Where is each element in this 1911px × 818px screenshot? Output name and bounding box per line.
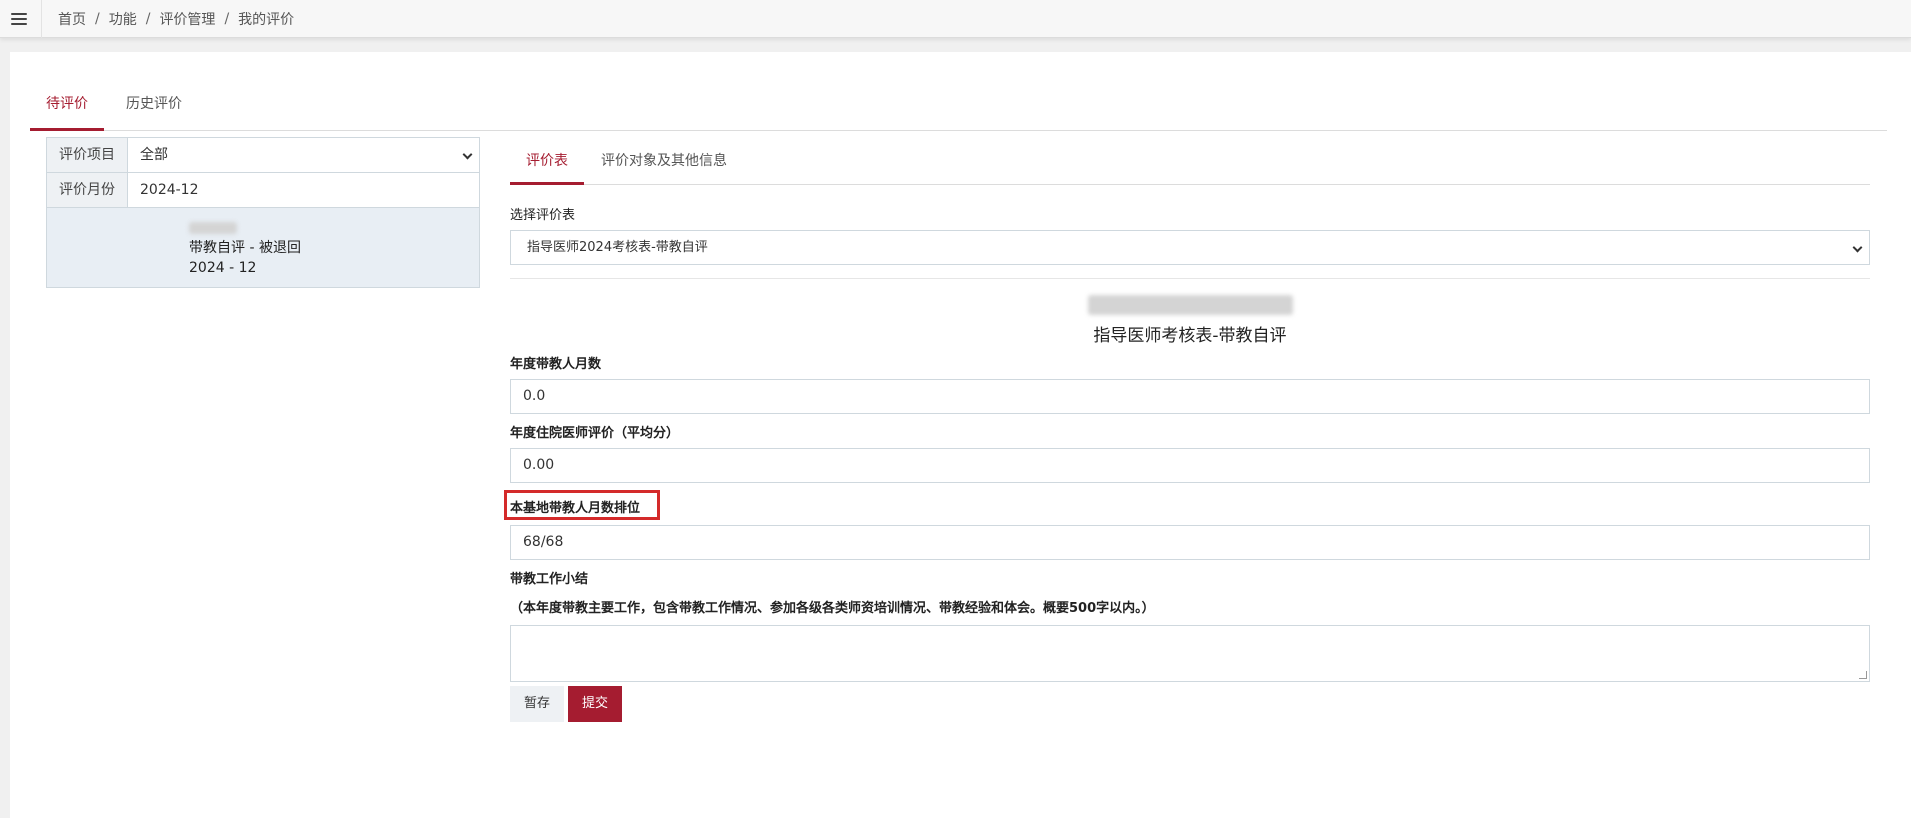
annual-teaching-months-field: 0.0 (510, 379, 1870, 414)
tab-evaluatee-info[interactable]: 评价对象及其他信息 (594, 140, 734, 185)
sub-tabs: 评价表 评价对象及其他信息 (510, 140, 1870, 185)
project-filter-label: 评价项目 (47, 138, 128, 172)
filter-row-project: 评价项目 全部 (47, 138, 479, 173)
breadcrumb-separator: / (145, 11, 151, 27)
tab-evaluation-form[interactable]: 评价表 (510, 140, 584, 185)
main-tabs: 待评价 历史评价 (30, 82, 1887, 131)
breadcrumb-separator: / (224, 11, 230, 27)
form-select-label: 选择评价表 (510, 208, 576, 223)
evaluation-record-item[interactable]: 带教自评 - 被退回 2024 - 12 (47, 208, 479, 287)
base-ranking-field: 68/68 (510, 525, 1870, 560)
project-filter-select[interactable]: 全部 (128, 138, 479, 172)
resident-evaluation-score-field: 0.00 (510, 448, 1870, 483)
tab-pending-evaluation[interactable]: 待评价 (30, 82, 104, 131)
filter-row-month: 评价月份 2024-12 (47, 173, 479, 208)
tab-history-evaluation[interactable]: 历史评价 (114, 82, 194, 131)
form-divider (510, 278, 1870, 279)
evaluation-form-select[interactable]: 指导医师2024考核表-带教自评 (510, 230, 1870, 265)
field-label-resident-evaluation-score: 年度住院医师评价（平均分） (510, 426, 680, 441)
record-period: 2024 - 12 (189, 260, 257, 276)
chevron-down-icon (462, 149, 473, 160)
topbar-divider (41, 0, 42, 38)
field-label-annual-teaching-months: 年度带教人月数 (510, 357, 602, 372)
main-card: 待评价 历史评价 评价项目 全部 评价月份 2024-12 带教自评 - 被退回… (10, 52, 1911, 818)
redacted-name (189, 218, 479, 238)
chevron-down-icon (1852, 242, 1863, 253)
form-title: 指导医师考核表-带教自评 (1093, 326, 1287, 346)
summary-textarea[interactable] (510, 625, 1870, 682)
hamburger-menu-icon[interactable] (9, 9, 31, 27)
breadcrumb-separator: / (95, 11, 100, 27)
evaluation-form-select-value: 指导医师2024考核表-带教自评 (527, 240, 708, 255)
submit-button[interactable]: 提交 (568, 686, 622, 722)
summary-hint: （本年度带教主要工作，包含带教工作情况、参加各级各类师资培训情况、带教经验和体会… (510, 601, 1155, 616)
record-type-status: 带教自评 - 被退回 (189, 240, 301, 256)
breadcrumb-evaluation-management[interactable]: 评价管理 (159, 9, 215, 29)
redacted-hospital-name (1088, 295, 1293, 317)
resize-handle-icon[interactable] (1859, 671, 1867, 679)
month-filter-label: 评价月份 (47, 173, 128, 207)
save-draft-button[interactable]: 暂存 (510, 686, 564, 722)
month-filter-input[interactable]: 2024-12 (128, 173, 479, 207)
field-label-base-ranking: 本基地带教人月数排位 (510, 501, 641, 516)
summary-label: 带教工作小结 (510, 572, 589, 587)
project-filter-value: 全部 (140, 147, 168, 163)
breadcrumb-features[interactable]: 功能 (109, 9, 137, 29)
breadcrumb-my-evaluation: 我的评价 (238, 12, 295, 28)
breadcrumb-home[interactable]: 首页 (58, 9, 86, 29)
top-bar: 首页 / 功能 / 评价管理 / 我的评价 (0, 0, 1911, 38)
filter-panel: 评价项目 全部 评价月份 2024-12 带教自评 - 被退回 2024 - 1… (46, 137, 480, 288)
breadcrumb: 首页 / 功能 / 评价管理 / 我的评价 (58, 9, 294, 29)
